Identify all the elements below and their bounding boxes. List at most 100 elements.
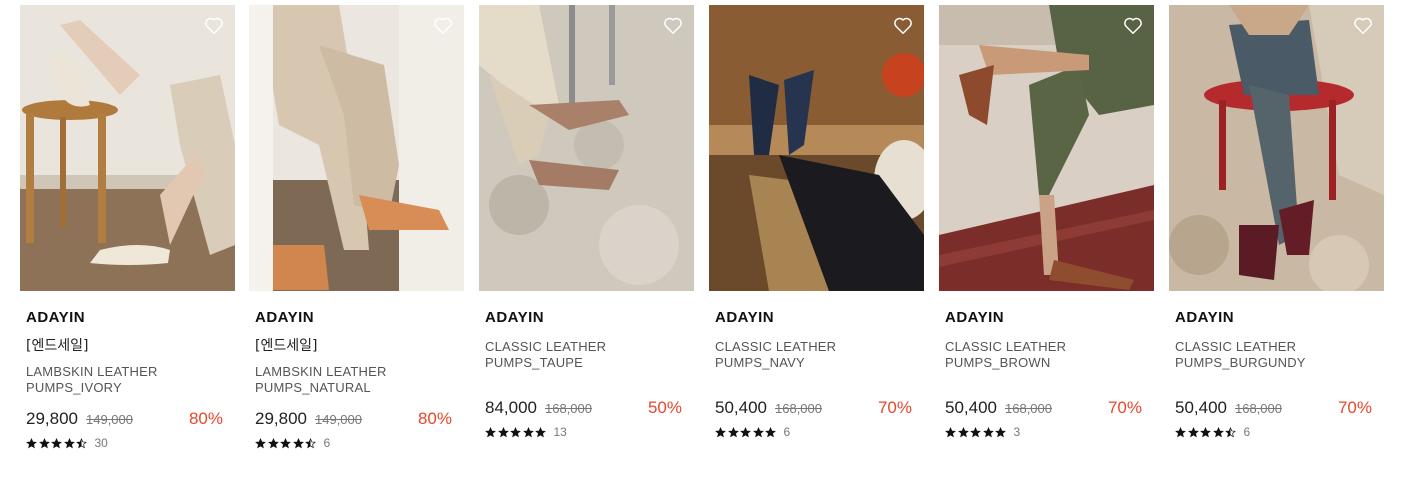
product-info: ADAYIN [엔드세일] LAMBSKIN LEATHER PUMPS_IVO… xyxy=(20,309,235,450)
price-row: 84,000 168,000 50% xyxy=(485,397,688,419)
product-image[interactable] xyxy=(479,5,694,291)
heart-outline-icon[interactable] xyxy=(203,14,225,36)
product-name-line: LAMBSKIN LEATHER xyxy=(255,364,387,379)
product-card[interactable]: ADAYIN CLASSIC LEATHER PUMPS_TAUPE 84,00… xyxy=(479,5,694,465)
rating: 30 xyxy=(26,436,229,450)
product-image[interactable] xyxy=(20,5,235,291)
star-rating xyxy=(715,426,778,438)
product-photo-burgundy xyxy=(1169,5,1384,291)
rating: 3 xyxy=(945,425,1148,439)
discount-rate: 70% xyxy=(1107,398,1142,417)
star-full-icon xyxy=(485,426,496,437)
star-rating xyxy=(26,437,89,449)
product-name-line: PUMPS_BROWN xyxy=(945,355,1051,370)
rating: 13 xyxy=(485,425,688,439)
product-name-line: CLASSIC LEATHER xyxy=(1175,339,1297,354)
original-price: 168,000 xyxy=(1005,401,1052,416)
review-count: 6 xyxy=(323,436,331,450)
discount-rate: 70% xyxy=(1337,398,1372,417)
product-info: ADAYIN CLASSIC LEATHER PUMPS_TAUPE 84,00… xyxy=(479,309,694,439)
star-full-icon xyxy=(26,437,37,448)
product-info: ADAYIN CLASSIC LEATHER PUMPS_BROWN 50,40… xyxy=(939,309,1154,439)
star-half-icon xyxy=(305,437,316,448)
original-price: 168,000 xyxy=(775,401,822,416)
star-full-icon xyxy=(292,437,304,448)
star-full-icon xyxy=(1187,426,1199,437)
price-row: 29,800 149,000 80% xyxy=(26,408,229,430)
product-image[interactable] xyxy=(709,5,924,291)
star-full-icon xyxy=(740,426,751,437)
review-count: 30 xyxy=(94,436,108,450)
product-image[interactable] xyxy=(1169,5,1384,291)
product-image[interactable] xyxy=(249,5,464,291)
price-row: 50,400 168,000 70% xyxy=(715,397,918,419)
star-full-icon xyxy=(995,426,1006,437)
heart-outline-icon[interactable] xyxy=(1352,14,1374,36)
product-name[interactable]: LAMBSKIN LEATHER PUMPS_IVORY xyxy=(26,364,229,396)
sale-price: 50,400 xyxy=(1175,398,1227,417)
original-price: 168,000 xyxy=(1235,401,1282,416)
product-name-line: PUMPS_IVORY xyxy=(26,380,122,395)
brand-name[interactable]: ADAYIN xyxy=(255,309,458,327)
heart-outline-icon[interactable] xyxy=(662,14,684,36)
product-name[interactable]: LAMBSKIN LEATHER PUMPS_NATURAL xyxy=(255,364,458,396)
product-info: ADAYIN CLASSIC LEATHER PUMPS_NAVY 50,400… xyxy=(709,309,924,439)
product-name[interactable]: CLASSIC LEATHER PUMPS_BROWN xyxy=(945,339,1148,371)
product-photo-taupe xyxy=(479,5,694,291)
product-name-line: PUMPS_NAVY xyxy=(715,355,805,370)
star-full-icon xyxy=(982,426,994,437)
discount-rate: 80% xyxy=(188,409,223,428)
product-photo-brown xyxy=(939,5,1154,291)
review-count: 13 xyxy=(553,425,567,439)
product-name[interactable]: CLASSIC LEATHER PUMPS_TAUPE xyxy=(485,339,688,371)
rating: 6 xyxy=(255,436,458,450)
product-card[interactable]: ADAYIN [엔드세일] LAMBSKIN LEATHER PUMPS_NAT… xyxy=(249,5,464,465)
product-photo-natural xyxy=(249,5,464,291)
brand-name[interactable]: ADAYIN xyxy=(945,309,1148,327)
review-count: 6 xyxy=(1243,425,1251,439)
star-full-icon xyxy=(752,426,764,437)
product-grid: ADAYIN [엔드세일] LAMBSKIN LEATHER PUMPS_IVO… xyxy=(0,0,1401,497)
star-full-icon xyxy=(957,426,969,437)
product-name[interactable]: CLASSIC LEATHER PUMPS_NAVY xyxy=(715,339,918,371)
star-full-icon xyxy=(727,426,739,437)
product-card[interactable]: ADAYIN [엔드세일] LAMBSKIN LEATHER PUMPS_IVO… xyxy=(20,5,235,465)
price-row: 50,400 168,000 70% xyxy=(945,397,1148,419)
product-card[interactable]: ADAYIN CLASSIC LEATHER PUMPS_BURGUNDY 50… xyxy=(1169,5,1384,465)
review-count: 3 xyxy=(1013,425,1021,439)
original-price: 168,000 xyxy=(545,401,592,416)
product-info: ADAYIN CLASSIC LEATHER PUMPS_BURGUNDY 50… xyxy=(1169,309,1384,439)
sale-price: 29,800 xyxy=(255,409,307,428)
product-name-line: PUMPS_TAUPE xyxy=(485,355,584,370)
star-full-icon xyxy=(255,437,266,448)
sale-tag: [엔드세일] xyxy=(26,338,89,354)
product-name[interactable]: CLASSIC LEATHER PUMPS_BURGUNDY xyxy=(1175,339,1378,371)
brand-name[interactable]: ADAYIN xyxy=(715,309,918,327)
product-image[interactable] xyxy=(939,5,1154,291)
product-card[interactable]: ADAYIN CLASSIC LEATHER PUMPS_NAVY 50,400… xyxy=(709,5,924,465)
sale-price: 50,400 xyxy=(715,398,767,417)
star-full-icon xyxy=(522,426,534,437)
sale-price: 50,400 xyxy=(945,398,997,417)
heart-outline-icon[interactable] xyxy=(432,14,454,36)
star-rating xyxy=(485,426,548,438)
product-name-line: PUMPS_NATURAL xyxy=(255,380,371,395)
star-full-icon xyxy=(765,426,776,437)
star-rating xyxy=(1175,426,1238,438)
heart-outline-icon[interactable] xyxy=(1122,14,1144,36)
heart-outline-icon[interactable] xyxy=(892,14,914,36)
rating: 6 xyxy=(1175,425,1378,439)
product-photo-navy xyxy=(709,5,924,291)
brand-name[interactable]: ADAYIN xyxy=(1175,309,1378,327)
discount-rate: 80% xyxy=(417,409,452,428)
product-name-line: CLASSIC LEATHER xyxy=(485,339,607,354)
product-card[interactable]: ADAYIN CLASSIC LEATHER PUMPS_BROWN 50,40… xyxy=(939,5,1154,465)
product-photo-ivory xyxy=(20,5,235,291)
review-count: 6 xyxy=(783,425,791,439)
star-full-icon xyxy=(970,426,981,437)
brand-name[interactable]: ADAYIN xyxy=(485,309,688,327)
star-rating xyxy=(945,426,1008,438)
brand-name[interactable]: ADAYIN xyxy=(26,309,229,327)
star-full-icon xyxy=(1175,426,1186,437)
star-rating xyxy=(255,437,318,449)
